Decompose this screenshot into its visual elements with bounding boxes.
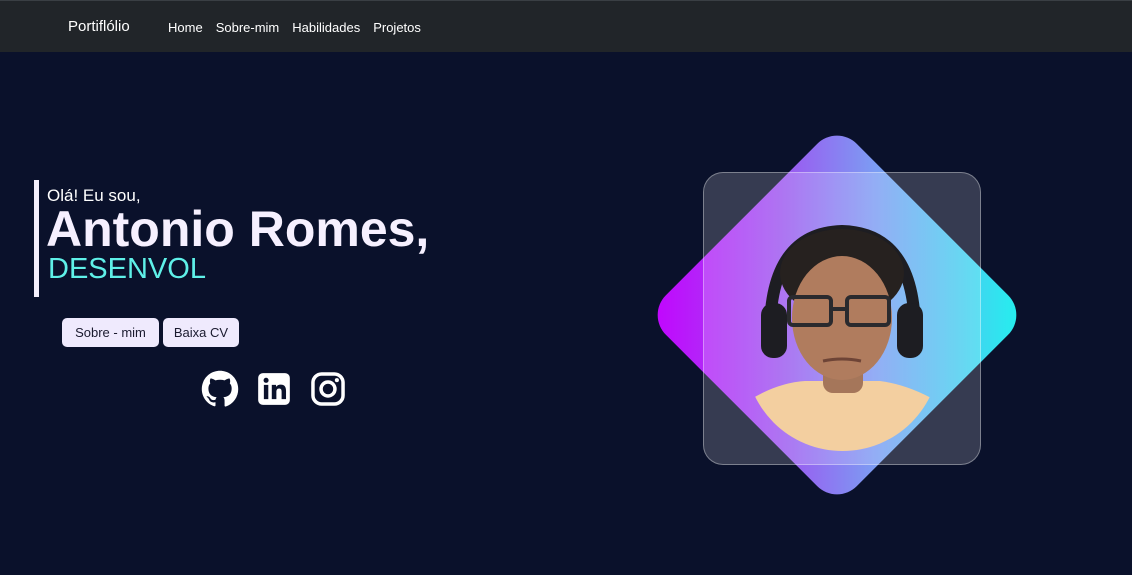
nav-links: Home Sobre-mim Habilidades Projetos [168, 19, 434, 36]
nav-link-projetos[interactable]: Projetos [373, 19, 421, 36]
linkedin-icon[interactable] [255, 370, 293, 408]
download-cv-button[interactable]: Baixa CV [163, 318, 239, 347]
hero-role: DESENVOL [48, 253, 206, 285]
navbar: Portiflólio Home Sobre-mim Habilidades P… [0, 0, 1132, 52]
nav-link-home[interactable]: Home [168, 19, 203, 36]
instagram-icon[interactable] [309, 370, 347, 408]
profile-photo [745, 213, 940, 451]
brand-logo[interactable]: Portiflólio [68, 17, 130, 37]
nav-link-habilidades[interactable]: Habilidades [292, 19, 360, 36]
github-icon[interactable] [201, 370, 239, 408]
about-me-button[interactable]: Sobre - mim [62, 318, 159, 347]
hero-accent-bar [34, 180, 39, 297]
nav-link-sobre-mim[interactable]: Sobre-mim [216, 19, 280, 36]
hero-name: Antonio Romes, [46, 201, 430, 257]
